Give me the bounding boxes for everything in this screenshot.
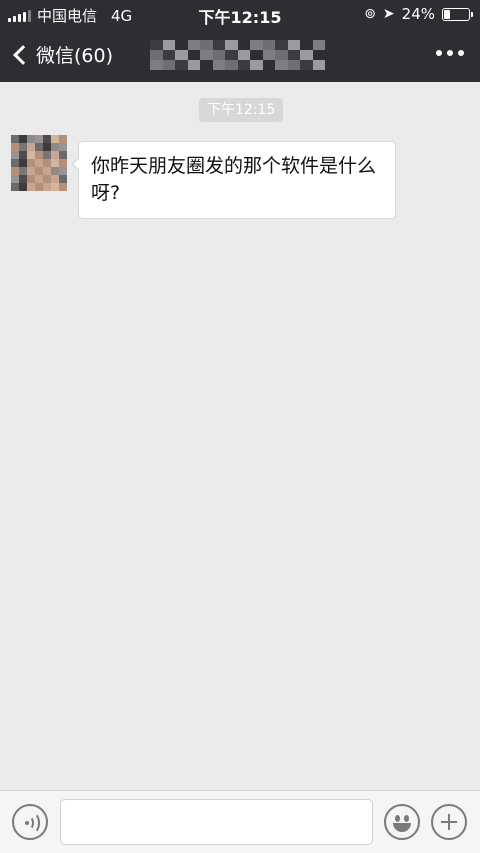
status-bar: 中国电信 4G 下午12:15 ⊚ ➤ 24% xyxy=(0,0,480,28)
status-right: ⊚ ➤ 24% xyxy=(364,5,473,23)
wechat-chat-screen: 中国电信 4G 下午12:15 ⊚ ➤ 24% 微信(60) 下午12:15 你… xyxy=(0,0,480,853)
more-options-button[interactable] xyxy=(436,50,464,56)
back-button[interactable]: 微信(60) xyxy=(10,41,113,68)
back-label: 微信(60) xyxy=(36,45,114,67)
more-dot-icon xyxy=(447,50,453,56)
location-icon: ➤ xyxy=(382,6,395,22)
message-input[interactable] xyxy=(60,799,373,845)
plus-button[interactable] xyxy=(431,804,467,840)
message-text: 你昨天朋友圈发的那个软件是什么呀? xyxy=(91,155,377,204)
rotation-lock-icon: ⊚ xyxy=(364,6,376,22)
contact-avatar[interactable] xyxy=(11,135,67,191)
message-timestamp: 下午12:15 xyxy=(199,98,284,122)
more-dot-icon xyxy=(436,50,442,56)
nav-bar: 微信(60) xyxy=(0,28,480,82)
emoji-icon xyxy=(395,815,400,822)
chat-title-obscured xyxy=(150,40,325,70)
chevron-left-icon xyxy=(13,44,33,65)
battery-percent: 24% xyxy=(401,5,435,23)
battery-icon xyxy=(442,7,473,21)
voice-input-button[interactable] xyxy=(12,804,48,840)
chat-area[interactable]: 下午12:15 你昨天朋友圈发的那个软件是什么呀? xyxy=(0,82,480,790)
more-dot-icon xyxy=(458,50,464,56)
input-bar xyxy=(0,790,480,853)
emoji-button[interactable] xyxy=(384,804,420,840)
top-bar: 中国电信 4G 下午12:15 ⊚ ➤ 24% 微信(60) xyxy=(0,0,480,82)
message-bubble[interactable]: 你昨天朋友圈发的那个软件是什么呀? xyxy=(71,141,396,219)
